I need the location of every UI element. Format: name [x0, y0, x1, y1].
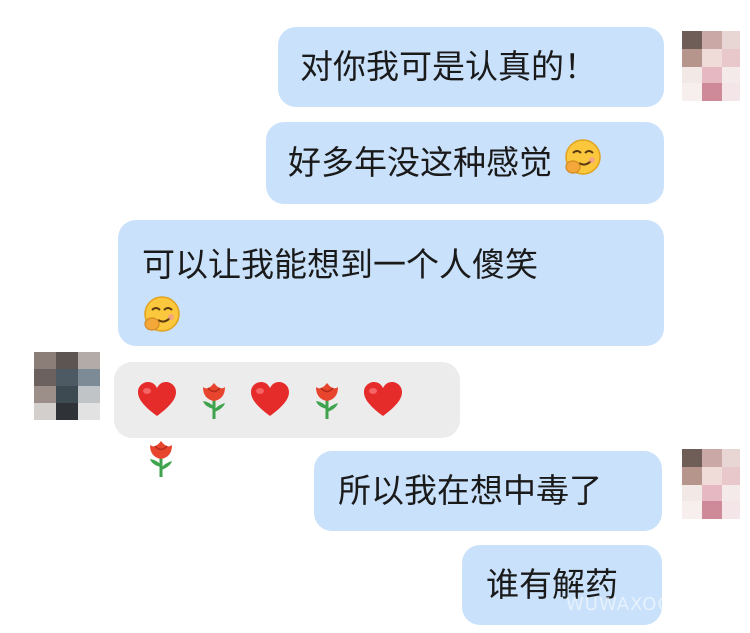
user-avatar-self[interactable]	[682, 449, 740, 519]
rose-icon	[144, 437, 178, 495]
red-heart-icon	[136, 380, 178, 436]
message-text: 好多年没这种感觉	[288, 143, 552, 182]
message-bubble-incoming[interactable]	[114, 362, 460, 477]
rose-icon	[310, 379, 344, 437]
smirk-face-icon	[142, 294, 182, 350]
contact-avatar[interactable]	[34, 352, 100, 420]
watermark: WUWAXOO	[566, 594, 673, 615]
rose-icon	[197, 379, 231, 437]
user-avatar-self[interactable]	[682, 31, 740, 101]
message-text: 可以让我能想到一个人傻笑	[142, 245, 538, 284]
message-bubble-outgoing[interactable]: 可以让我能想到一个人傻笑	[118, 220, 664, 346]
smirk-face-icon	[563, 137, 603, 193]
red-heart-icon	[249, 380, 291, 436]
message-text: 所以我在想中毒了	[338, 471, 602, 510]
red-heart-icon	[362, 380, 404, 436]
message-bubble-outgoing[interactable]: 好多年没这种感觉	[266, 122, 664, 204]
message-text: 对你我可是认真的！	[300, 47, 597, 86]
message-bubble-outgoing[interactable]: 对你我可是认真的！	[278, 27, 664, 107]
message-bubble-outgoing[interactable]: 所以我在想中毒了	[314, 451, 662, 531]
